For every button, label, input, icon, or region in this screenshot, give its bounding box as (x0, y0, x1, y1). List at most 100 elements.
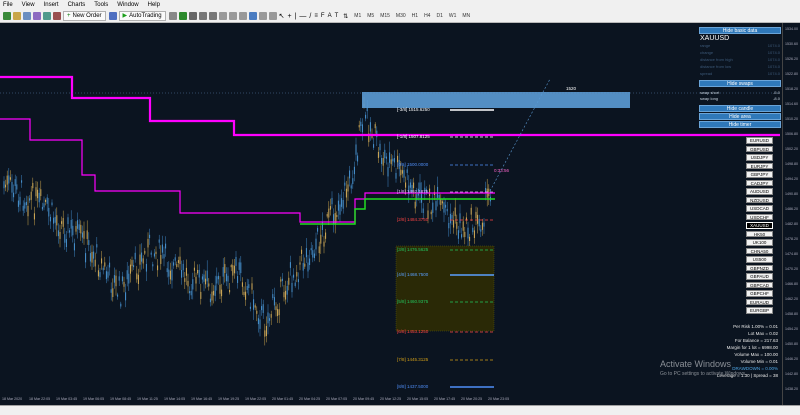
candle-body (158, 239, 160, 243)
menu-help[interactable]: Help (148, 2, 160, 8)
candle-body (291, 282, 293, 293)
zoom-in-icon[interactable] (198, 12, 207, 20)
new-chart-icon[interactable] (3, 12, 11, 20)
symbol-button-eurusd[interactable]: EURUSD (746, 137, 773, 144)
timeframe-h1[interactable]: H1 (412, 13, 418, 19)
menu-bar: File View Insert Charts Tools Window Hel… (0, 0, 800, 10)
symbol-button-usdcad[interactable]: USDCAD (746, 205, 773, 212)
candle-body (37, 189, 39, 199)
basic-data-label: distance from low (700, 64, 732, 69)
candle-body (285, 290, 287, 300)
timeframe-m30[interactable]: M30 (396, 13, 406, 19)
symbol-button-chna50[interactable]: CHNA50 (746, 247, 773, 254)
candle-body (30, 191, 32, 200)
symbol-button-usdjpy[interactable]: USDJPY (746, 154, 773, 161)
symbol-button-eurjpy[interactable]: EURJPY (746, 162, 773, 169)
candle-body (229, 289, 231, 293)
menu-tools[interactable]: Tools (94, 2, 108, 8)
candle-body (201, 276, 203, 280)
metaeditor-icon[interactable] (108, 12, 117, 20)
timeframe-h4[interactable]: H4 (424, 13, 430, 19)
periods-icon[interactable] (258, 12, 267, 20)
symbol-button-cadjpy[interactable]: CADJPY (746, 179, 773, 186)
crosshair-icon[interactable]: + (288, 13, 292, 20)
time-tick: 19 Mar 06:05 (83, 397, 105, 401)
candlestick-icon[interactable] (178, 12, 187, 20)
cursor-icon[interactable]: ↖ (279, 12, 285, 20)
candle-body (21, 180, 23, 183)
stat-line: Volume Min = 0.01 (740, 359, 778, 364)
horizontal-line-icon[interactable]: — (299, 13, 306, 20)
symbol-button-gbpusd[interactable]: GBPUSD (746, 145, 773, 152)
menu-charts[interactable]: Charts (68, 2, 86, 8)
box-label: 1520 (566, 86, 577, 91)
text-icon[interactable]: A (328, 13, 332, 19)
templates-icon[interactable] (268, 12, 277, 20)
candle-body (243, 291, 245, 295)
time-tick: 19 Mar 19:25 (218, 397, 240, 401)
hide-basic-data-button[interactable]: Hide basic data (699, 27, 781, 34)
hide-candle-button[interactable]: Hide candle (699, 105, 781, 112)
label-icon[interactable]: T (335, 13, 339, 19)
candle-body (45, 199, 47, 202)
symbol-button-euraud[interactable]: EURAUD (746, 298, 773, 305)
hide-area-button[interactable]: Hide area (699, 113, 781, 120)
hide-swaps-button[interactable]: Hide swaps (699, 80, 781, 87)
symbol-button-gbpjpy[interactable]: GBPJPY (746, 171, 773, 178)
candle-body (83, 231, 85, 239)
symbol-button-gbpcad[interactable]: GBPCAD (746, 281, 773, 288)
timeframe-d1[interactable]: D1 (436, 13, 442, 19)
symbol-button-us500[interactable]: US500 (746, 256, 773, 263)
basic-data-value: 1074.0 (767, 57, 780, 62)
candle-body (27, 205, 29, 217)
timeframe-m15[interactable]: M15 (380, 13, 390, 19)
fibo-icon[interactable]: F (321, 13, 325, 19)
autoscroll-icon[interactable] (228, 12, 237, 20)
symbol-button-gbpchf[interactable]: GBPCHF (746, 290, 773, 297)
symbol-button-gbpnzd[interactable]: GBPNZD (746, 264, 773, 271)
symbol-button-uk100[interactable]: UK100 (746, 239, 773, 246)
symbol-button-xauusd[interactable]: XAUUSD (746, 222, 773, 229)
candle-body (265, 325, 267, 336)
symbol-button-eurgbp[interactable]: EURGBP (746, 307, 773, 314)
market-watch-icon[interactable] (23, 12, 31, 20)
candle-body (253, 299, 255, 310)
new-order-button[interactable]: + New Order (63, 11, 106, 21)
symbol-button-gbpaud[interactable]: GBPAUD (746, 273, 773, 280)
timeframe-mn[interactable]: MN (462, 13, 470, 19)
symbol-button-usdchf[interactable]: USDCHF (746, 213, 773, 220)
price-chart[interactable]: [-3/8] 1515.6250 [-1/8] 1507.8125 [0/8] 15… (0, 23, 800, 405)
zoom-out-icon[interactable] (208, 12, 217, 20)
navigator-icon[interactable] (43, 12, 51, 20)
vertical-line-icon[interactable]: | (295, 13, 297, 20)
symbol-button-audusd[interactable]: AUDUSD (746, 188, 773, 195)
timeframe-m5[interactable]: M5 (367, 13, 374, 19)
terminal-icon[interactable] (53, 12, 61, 20)
candle-body (387, 167, 389, 177)
symbol-button-nzdusd[interactable]: NZDUSD (746, 196, 773, 203)
candle-body (214, 285, 216, 296)
candle-body (457, 230, 459, 239)
candle-body (163, 254, 165, 259)
tile-icon[interactable] (218, 12, 227, 20)
indicators-icon[interactable] (248, 12, 257, 20)
timeframe-m1[interactable]: M1 (354, 13, 361, 19)
bar-chart-icon[interactable] (168, 12, 177, 20)
chart-shift-icon[interactable] (238, 12, 247, 20)
price-tick: 1438.20 (785, 387, 798, 391)
arrows-icon[interactable]: ⇅ (343, 13, 348, 20)
timeframe-w1[interactable]: W1 (449, 13, 457, 19)
channel-icon[interactable]: ≡ (314, 13, 318, 19)
menu-file[interactable]: File (3, 2, 13, 8)
data-window-icon[interactable] (33, 12, 41, 20)
menu-window[interactable]: Window (117, 2, 138, 8)
autotrading-button[interactable]: ▶ AutoTrading (118, 11, 166, 21)
line-chart-icon[interactable] (188, 12, 197, 20)
menu-view[interactable]: View (22, 2, 35, 8)
trendline-icon[interactable]: / (309, 13, 311, 20)
hide-timer-button[interactable]: Hide timer (699, 121, 781, 128)
menu-insert[interactable]: Insert (44, 2, 59, 8)
candle-body (277, 309, 279, 316)
symbol-button-hk50[interactable]: HK50 (746, 230, 773, 237)
profiles-icon[interactable] (13, 12, 21, 20)
